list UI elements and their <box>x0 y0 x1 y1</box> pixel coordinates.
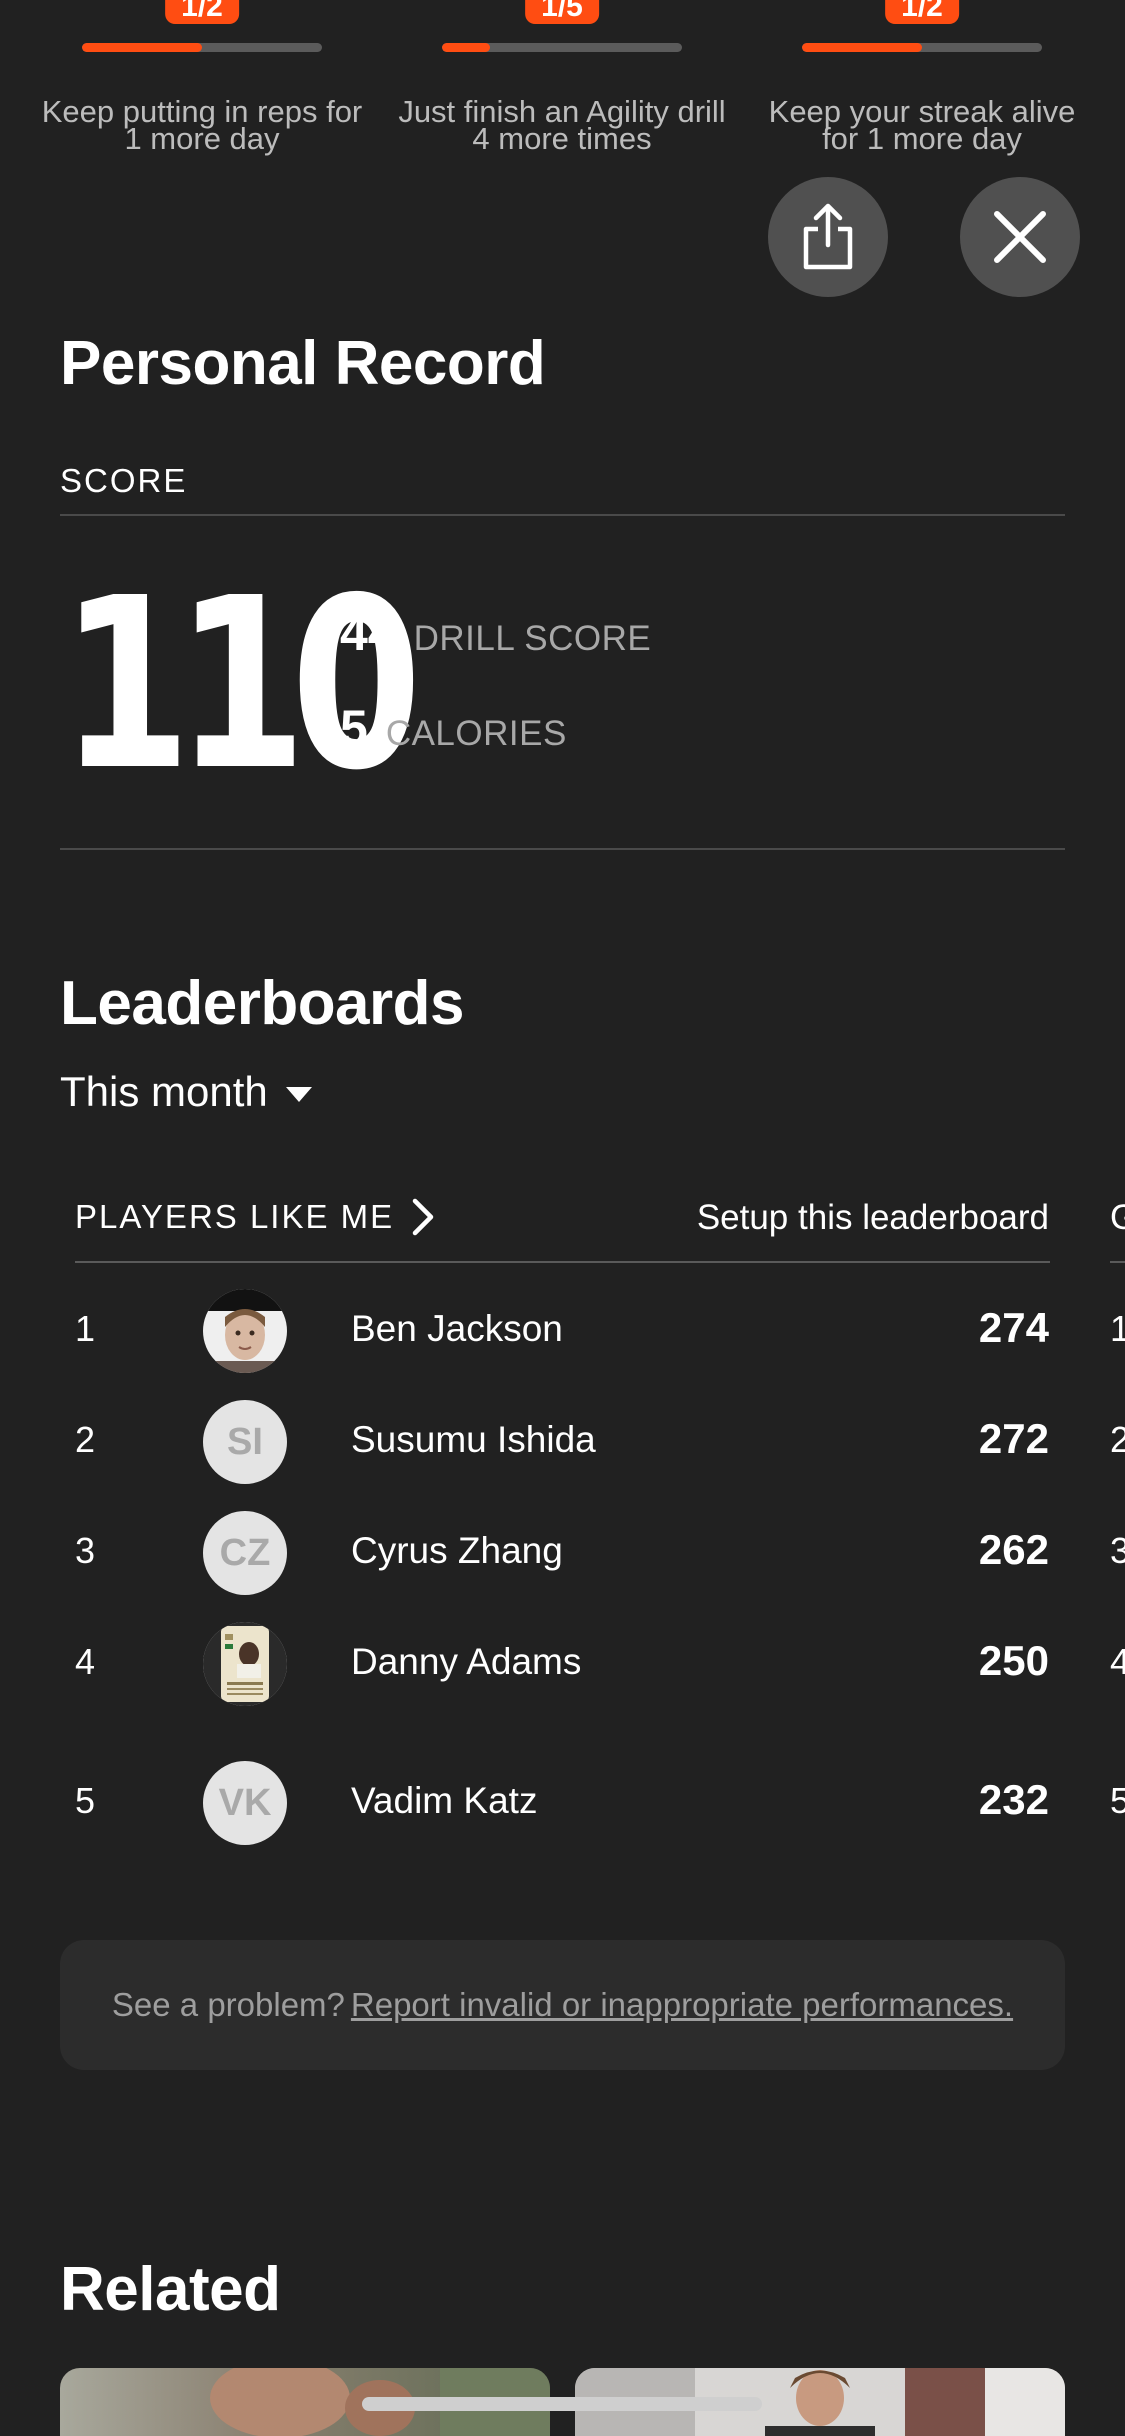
related-title: Related <box>60 2255 281 2324</box>
player-name: Vadim Katz <box>351 1780 538 1821</box>
challenge-description: Just finish an Agility drill 4 more time… <box>398 94 726 156</box>
leaderboard-row[interactable]: 5 VK Vadim Katz 232 5 <box>0 1758 1125 1848</box>
leaderboard-name: PLAYERS LIKE ME <box>75 1198 395 1235</box>
avatar-player-card <box>203 1622 287 1706</box>
challenge-progress-bar <box>82 43 322 52</box>
avatar: CZ <box>203 1511 287 1595</box>
player-score: 232 <box>978 1776 1049 1823</box>
player-name: Ben Jackson <box>351 1308 563 1349</box>
personal-record-title: Personal Record <box>60 329 546 398</box>
drill-score-stat: 44 DRILL SCORE <box>340 604 651 662</box>
challenge-progress-badge: 1/5 <box>525 0 599 24</box>
setup-leaderboard-link[interactable]: Setup this leaderboard <box>697 1198 1049 1238</box>
caret-down-icon <box>285 1086 312 1102</box>
drill-score-label: DRILL SCORE <box>413 619 652 658</box>
player-score: 250 <box>978 1637 1049 1684</box>
challenge-progress-badge: 1/2 <box>885 0 959 24</box>
share-button[interactable] <box>768 177 888 297</box>
next-leaderboard-peek[interactable]: G <box>1110 1198 1125 1238</box>
rank: 4 <box>75 1641 96 1682</box>
calories-label: CALORIES <box>385 714 567 753</box>
leaderboard-name-link[interactable]: PLAYERS LIKE ME <box>75 1198 434 1236</box>
chevron-right-icon <box>412 1198 434 1236</box>
score-overline: SCORE <box>60 462 188 499</box>
player-name: Cyrus Zhang <box>351 1530 563 1571</box>
period-dropdown[interactable]: This month <box>60 1068 312 1116</box>
player-score: 262 <box>978 1526 1049 1573</box>
close-icon <box>994 211 1046 263</box>
rank: 5 <box>75 1780 96 1821</box>
leaderboard-divider <box>75 1261 1050 1263</box>
next-board-rank: 1 <box>1110 1308 1125 1349</box>
challenge-progress-bar <box>802 43 1042 52</box>
drill-score-value: 44 <box>340 605 396 661</box>
next-board-rank: 4 <box>1110 1641 1125 1682</box>
avatar-photo <box>203 1289 287 1373</box>
leaderboard-row[interactable]: 2 SI Susumu Ishida 272 2 <box>0 1397 1125 1487</box>
total-score: 110 <box>60 547 422 822</box>
rank: 3 <box>75 1530 96 1571</box>
record-divider <box>60 848 1065 850</box>
challenge-progress-badge: 1/2 <box>165 0 239 24</box>
player-name: Danny Adams <box>351 1641 582 1682</box>
leaderboard-row[interactable]: 1 Ben Jackson 274 1 <box>0 1286 1125 1376</box>
avatar <box>203 1289 287 1373</box>
next-board-rank: 5 <box>1110 1780 1125 1821</box>
calories-value: 5 <box>340 700 368 756</box>
period-label: This month <box>60 1068 268 1115</box>
player-name: Susumu Ishida <box>351 1419 596 1460</box>
player-score: 272 <box>978 1415 1049 1462</box>
share-icon <box>803 203 853 270</box>
avatar: VK <box>203 1761 287 1845</box>
leaderboard-row[interactable]: 3 CZ Cyrus Zhang 262 3 <box>0 1508 1125 1598</box>
home-indicator[interactable] <box>362 2397 762 2411</box>
score-divider <box>60 514 1065 516</box>
challenge-progress-bar <box>442 43 682 52</box>
avatar: SI <box>203 1400 287 1484</box>
calories-stat: 5 CALORIES <box>340 699 567 757</box>
avatar <box>203 1622 287 1706</box>
leaderboard-row[interactable]: 4 Danny Adams 250 4 <box>0 1619 1125 1709</box>
rank: 1 <box>75 1308 96 1349</box>
report-prefix: See a problem? <box>111 1986 345 2023</box>
player-score: 274 <box>978 1304 1049 1351</box>
challenge-description: Keep your streak alive for 1 more day <box>768 94 1076 156</box>
rank: 2 <box>75 1419 96 1460</box>
report-link[interactable]: Report invalid or inappropriate performa… <box>351 1986 1013 2024</box>
close-button[interactable] <box>960 177 1080 297</box>
next-leaderboard-divider <box>1110 1261 1125 1263</box>
leaderboards-title: Leaderboards <box>60 969 465 1038</box>
next-board-rank: 3 <box>1110 1530 1125 1571</box>
report-card: See a problem? Report invalid or inappro… <box>60 1940 1065 2070</box>
next-board-rank: 2 <box>1110 1419 1125 1460</box>
challenge-description: Keep putting in reps for 1 more day <box>41 94 363 156</box>
